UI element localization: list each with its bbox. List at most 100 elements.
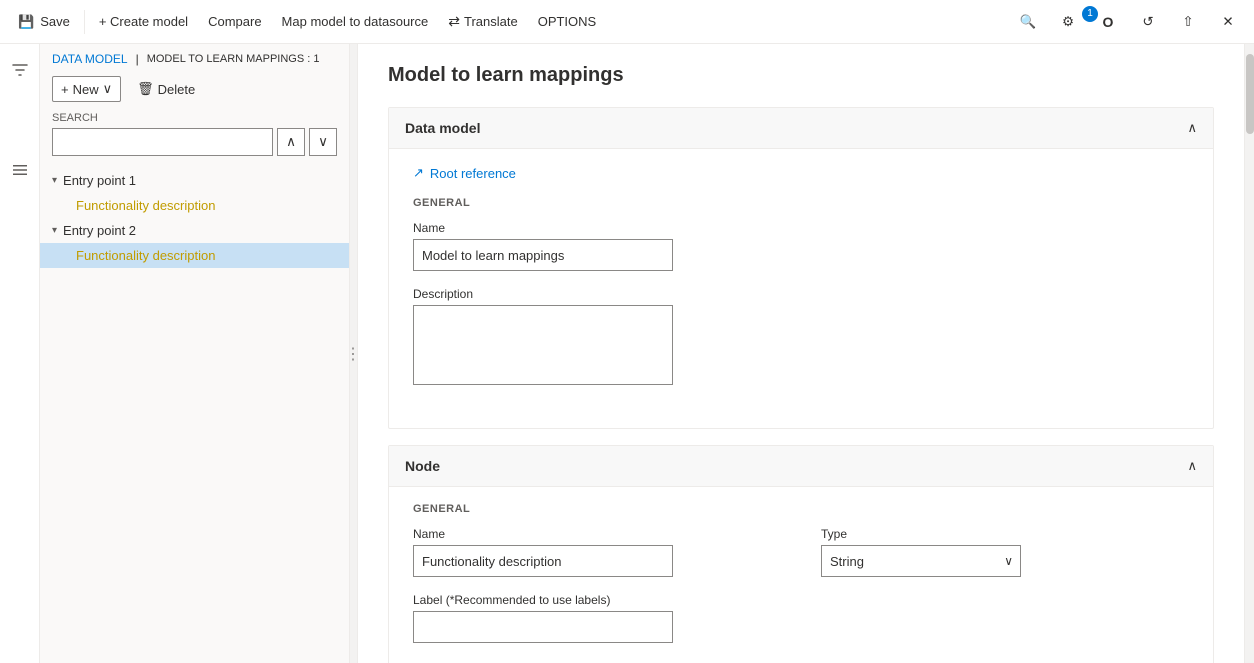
ep2-fd-label: Functionality description [76,248,215,263]
toolbar-right: 🔍 ⚙ O 1 ↺ ⇧ ✕ [1010,4,1246,40]
left-rail [0,44,40,663]
node-section: Node ∧ GENERAL Name Label (*Recommended … [388,445,1214,663]
new-button[interactable]: + New ∨ [52,76,121,102]
node-section-header[interactable]: Node ∧ [389,446,1213,487]
data-model-section: Data model ∧ ↗ Root reference GENERAL Na… [388,107,1214,429]
node-general-label: GENERAL [413,503,781,515]
node-type-field-group: Type String Integer Real Boolean Date Da… [821,527,1189,577]
share-icon: ⇧ [1182,14,1193,30]
breadcrumb-separator: | [136,52,139,66]
data-model-section-title: Data model [405,120,480,136]
description-field-textarea[interactable] [413,305,673,385]
right-scrollbar[interactable] [1244,44,1254,663]
close-icon: ✕ [1222,14,1233,30]
sidebar-actions: + New ∨ 🗑 Delete [40,70,349,108]
search-section: SEARCH ∧ ∨ [40,108,349,164]
settings-icon: ⚙ [1062,14,1074,30]
delete-icon: 🗑 [137,81,154,97]
breadcrumb-current: MODEL TO LEARN MAPPINGS : 1 [147,53,320,65]
node-section-body: GENERAL Name Label (*Recommended to use … [389,487,1213,663]
search-button[interactable]: 🔍 [1010,4,1046,40]
tree-item-ep1[interactable]: ▾ Entry point 1 [40,168,349,193]
description-field-group: Description [413,287,1189,388]
share-button[interactable]: ⇧ [1170,4,1206,40]
breadcrumb-data-model[interactable]: DATA MODEL [52,52,128,66]
root-ref-label: Root reference [430,166,516,181]
node-right-col: Type String Integer Real Boolean Date Da… [821,503,1189,659]
node-fields: GENERAL Name Label (*Recommended to use … [413,503,1189,659]
create-model-button[interactable]: + Create model [89,0,198,44]
toolbar-separator-1 [84,10,85,34]
content-area: Model to learn mappings Data model ∧ ↗ R… [358,44,1244,663]
delete-button[interactable]: 🗑 Delete [129,77,203,101]
node-label-field-input[interactable] [413,611,673,643]
root-ref-link[interactable]: ↗ Root reference [413,165,1189,181]
notification-badge: 1 [1082,6,1098,22]
options-button[interactable]: OPTIONS [528,0,607,44]
main-layout: DATA MODEL | MODEL TO LEARN MAPPINGS : 1… [0,44,1254,663]
new-plus-icon: + [61,82,69,97]
notification-area: O 1 [1090,4,1126,40]
toolbar: 💾 Save + Create model Compare Map model … [0,0,1254,44]
create-model-label: + Create model [99,14,188,29]
tree: ▾ Entry point 1 Functionality descriptio… [40,164,349,663]
ep1-chevron-icon: ▾ [52,175,57,186]
save-button[interactable]: 💾 Save [8,0,80,44]
delete-label: Delete [158,82,196,97]
new-label: New [73,82,99,97]
drag-handle[interactable]: ⋮ [350,44,358,663]
new-chevron-icon: ∨ [103,81,113,97]
data-model-general-label: GENERAL [413,197,1189,209]
data-model-section-header[interactable]: Data model ∧ [389,108,1213,149]
rail-menu-icon[interactable] [2,152,38,188]
options-label: OPTIONS [538,14,597,29]
tree-group-ep1: ▾ Entry point 1 Functionality descriptio… [40,168,349,218]
node-type-select-wrapper: String Integer Real Boolean Date DateTim… [821,545,1021,577]
node-section-title: Node [405,458,440,474]
compare-button[interactable]: Compare [198,0,271,44]
search-input[interactable] [52,128,273,156]
translate-label: Translate [464,14,518,29]
node-label-field-group: Label (*Recommended to use labels) [413,593,781,643]
name-field-group: Name [413,221,1189,271]
tree-item-ep1-fd[interactable]: Functionality description [40,193,349,218]
sidebar: DATA MODEL | MODEL TO LEARN MAPPINGS : 1… [40,44,350,663]
node-label-field-label: Label (*Recommended to use labels) [413,593,781,607]
tree-group-ep2: ▾ Entry point 2 Functionality descriptio… [40,218,349,268]
tree-item-ep2-fd[interactable]: Functionality description [40,243,349,268]
data-model-collapse-icon: ∧ [1187,120,1197,136]
refresh-button[interactable]: ↺ [1130,4,1166,40]
ep2-label: Entry point 2 [63,223,136,238]
node-collapse-icon: ∧ [1187,458,1197,474]
scrollbar-thumb [1246,54,1254,134]
settings-button[interactable]: ⚙ [1050,4,1086,40]
ep1-label: Entry point 1 [63,173,136,188]
root-ref-arrow-icon: ↗ [413,165,424,181]
close-button[interactable]: ✕ [1210,4,1246,40]
compare-label: Compare [208,14,261,29]
rail-filter-icon[interactable] [2,52,38,88]
save-label: Save [40,14,70,29]
map-button[interactable]: Map model to datasource [272,0,439,44]
node-name-field-group: Name [413,527,781,577]
search-icon: 🔍 [1020,14,1037,30]
nav-down-button[interactable]: ∨ [309,128,337,156]
nav-up-button[interactable]: ∧ [277,128,305,156]
node-name-field-label: Name [413,527,781,541]
map-label: Map model to datasource [282,14,429,29]
node-name-field-input[interactable] [413,545,673,577]
ep1-fd-label: Functionality description [76,198,215,213]
search-label: SEARCH [52,112,337,124]
translate-button[interactable]: ⇄ Translate [438,0,527,44]
node-type-spacer [821,503,1189,515]
name-field-input[interactable] [413,239,673,271]
node-type-select[interactable]: String Integer Real Boolean Date DateTim… [821,545,1021,577]
node-type-field-label: Type [821,527,1189,541]
refresh-icon: ↺ [1142,14,1153,30]
search-row: ∧ ∨ [52,128,337,156]
page-title: Model to learn mappings [388,64,1214,87]
description-field-label: Description [413,287,1189,301]
name-field-label: Name [413,221,1189,235]
tree-item-ep2[interactable]: ▾ Entry point 2 [40,218,349,243]
translate-icon: ⇄ [448,13,460,30]
